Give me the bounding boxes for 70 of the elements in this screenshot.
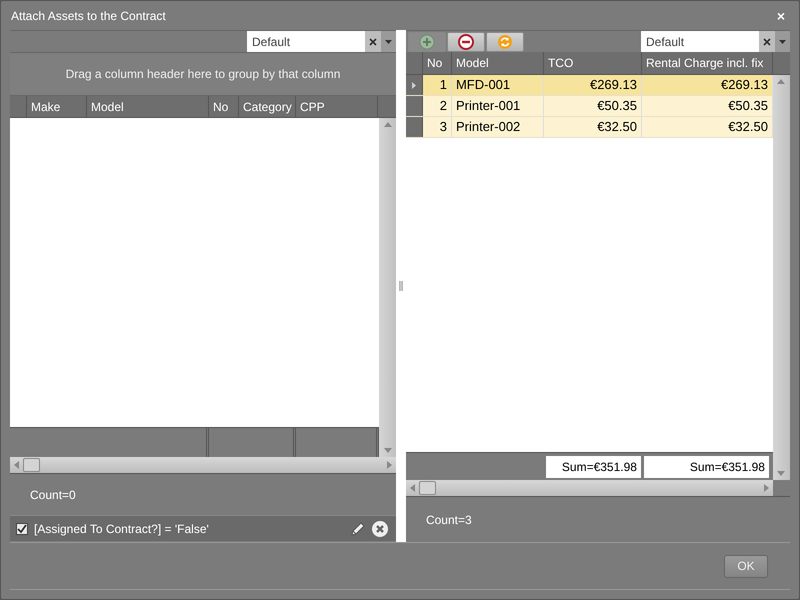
clear-button[interactable] — [365, 31, 381, 53]
scroll-right-icon — [764, 484, 769, 492]
window-title: Attach Assets to the Contract — [11, 8, 166, 24]
count-label: Count=3 — [426, 512, 472, 528]
filter-checkbox[interactable] — [16, 522, 28, 534]
refresh-button[interactable] — [486, 32, 524, 52]
scroll-right-icon — [387, 461, 392, 469]
table-cell: Printer-001 — [452, 96, 544, 116]
plus-icon — [418, 34, 435, 50]
column-header[interactable]: Rental Charge incl. fix — [642, 52, 773, 74]
filter-text: [Assigned To Contract?] = 'False' — [34, 520, 210, 538]
scroll-thumb[interactable] — [418, 481, 436, 495]
close-icon — [763, 38, 771, 46]
table-cell: €269.13 — [544, 75, 642, 95]
close-icon — [372, 520, 388, 536]
dropdown-button[interactable] — [381, 31, 396, 53]
table-cell: Printer-002 — [452, 117, 544, 137]
table-cell: 3 — [422, 117, 452, 137]
column-header[interactable]: Category — [239, 96, 296, 117]
table-cell: €50.35 — [642, 96, 773, 116]
minus-icon — [458, 34, 474, 50]
count-label: Count=0 — [30, 486, 76, 504]
check-icon — [17, 524, 27, 534]
scroll-down-icon — [777, 471, 786, 476]
vertical-scrollbar[interactable] — [772, 75, 790, 480]
splitter-grip-icon — [398, 281, 403, 291]
close-icon — [369, 38, 377, 46]
clear-filter-button[interactable] — [372, 520, 388, 536]
column-header[interactable]: Make — [27, 96, 87, 117]
column-header[interactable]: No — [422, 52, 452, 74]
scroll-up-icon — [777, 79, 786, 84]
horizontal-scrollbar[interactable] — [406, 480, 773, 496]
row-indicator[interactable] — [406, 96, 423, 116]
layout-select-field[interactable]: Default — [247, 31, 365, 53]
table-cell: €50.35 — [544, 96, 642, 116]
summary-cell: Sum=€351.98 — [546, 456, 641, 478]
row-indicator[interactable] — [406, 75, 423, 95]
summary-cell: Sum=€351.98 — [644, 456, 769, 478]
column-header[interactable]: CPP — [296, 96, 378, 117]
current-row-icon — [412, 82, 416, 88]
group-panel-hint: Drag a column header here to group by that column — [10, 52, 396, 96]
caret-icon — [779, 40, 786, 44]
table-cell: €32.50 — [642, 117, 773, 137]
column-header[interactable]: TCO — [544, 52, 642, 74]
remove-button[interactable] — [446, 32, 485, 52]
table-cell: MFD-001 — [452, 75, 544, 95]
refresh-icon — [496, 34, 513, 50]
column-header[interactable]: Model — [452, 52, 544, 74]
scroll-down-icon — [384, 448, 392, 453]
dropdown-button[interactable] — [775, 30, 790, 52]
close-button[interactable]: × — [776, 8, 785, 22]
scroll-left-icon — [14, 461, 19, 469]
table-cell: 2 — [422, 96, 452, 116]
layout-select-field[interactable]: Default — [641, 30, 759, 52]
clear-button[interactable] — [759, 30, 775, 52]
table-cell: €269.13 — [642, 75, 773, 95]
vertical-scrollbar[interactable] — [379, 118, 396, 457]
row-indicator[interactable] — [406, 117, 423, 137]
column-header[interactable]: No — [209, 96, 239, 117]
scroll-up-icon — [384, 122, 392, 127]
scroll-thumb[interactable] — [23, 458, 40, 472]
column-header[interactable]: Model — [87, 96, 209, 117]
ok-button[interactable]: OK — [724, 554, 768, 578]
scroll-left-icon — [410, 484, 415, 492]
edit-filter-button[interactable] — [350, 520, 366, 536]
pencil-icon — [350, 520, 366, 536]
horizontal-scrollbar[interactable] — [10, 457, 396, 473]
table-cell: €32.50 — [544, 117, 642, 137]
caret-icon — [385, 40, 392, 44]
table-cell: 1 — [422, 75, 452, 95]
